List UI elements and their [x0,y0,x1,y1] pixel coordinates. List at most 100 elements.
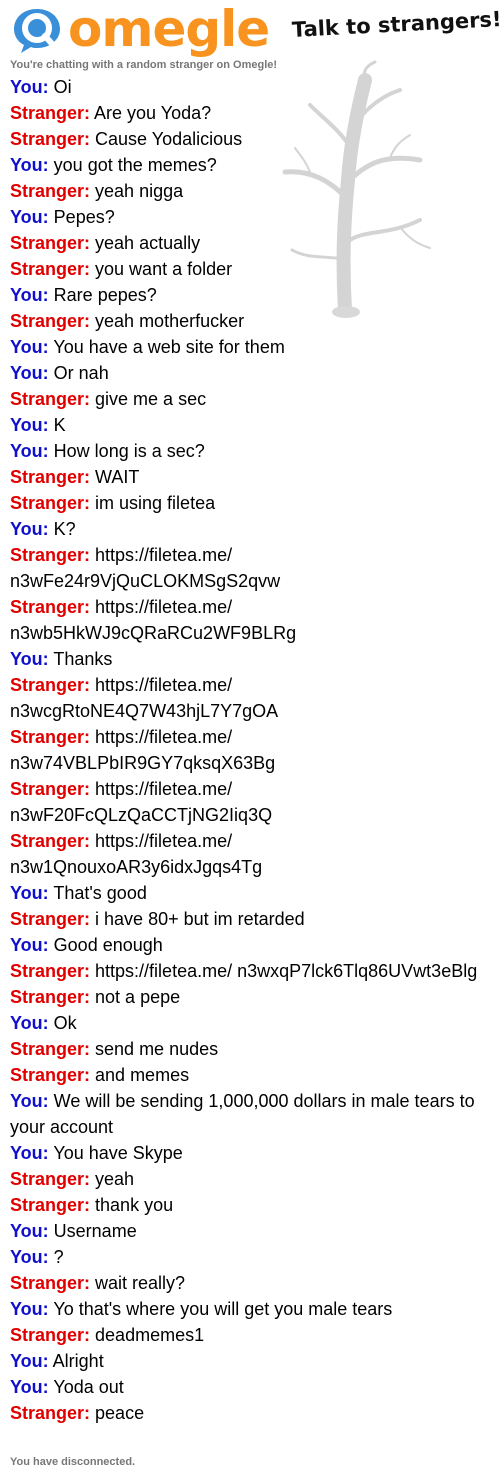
chat-message: You: Username [10,1218,480,1244]
message-text: Alright [52,1351,104,1371]
chat-message: You: Yo that's where you will get you ma… [10,1296,480,1322]
chat-message: You: K? [10,516,480,542]
chat-message: You: We will be sending 1,000,000 dollar… [10,1088,480,1140]
you-label: You: [10,363,49,383]
omegle-logo-text[interactable]: omegle [68,0,270,58]
you-label: You: [10,883,49,903]
you-label: You: [10,1247,49,1267]
stranger-label: Stranger: [10,467,91,487]
chat-message: You: Rare pepes? [10,282,480,308]
message-text: K [53,415,66,435]
chat-message: Stranger: wait really? [10,1270,480,1296]
stranger-label: Stranger: [10,727,91,747]
you-label: You: [10,1221,49,1241]
chat-message: You: Good enough [10,932,480,958]
stranger-label: Stranger: [10,909,91,929]
message-text: We will be sending 1,000,000 dollars in … [10,1091,475,1137]
message-text: ? [53,1247,64,1267]
you-label: You: [10,1351,49,1371]
you-label: You: [10,649,49,669]
chat-message: Stranger: i have 80+ but im retarded [10,906,480,932]
chat-message: You: you got the memes? [10,152,480,178]
stranger-label: Stranger: [10,103,91,123]
chat-message: Stranger: https://filetea.me/ n3w74VBLPb… [10,724,480,776]
chat-message: Stranger: yeah [10,1166,480,1192]
message-text: Or nah [53,363,109,383]
message-text: You have a web site for them [53,337,285,357]
message-text: thank you [95,1195,174,1215]
chat-message: You: Yoda out [10,1374,480,1400]
chat-message: Stranger: deadmemes1 [10,1322,480,1348]
message-text: Thanks [53,649,113,669]
chat-message: Stranger: https://filetea.me/ n3wcgRtoNE… [10,672,480,724]
chat-message: You: You have Skype [10,1140,480,1166]
chat-message: Stranger: you want a folder [10,256,480,282]
chat-message: You: Or nah [10,360,480,386]
message-text: i have 80+ but im retarded [95,909,305,929]
you-label: You: [10,207,49,227]
chat-message: You: K [10,412,480,438]
stranger-label: Stranger: [10,779,91,799]
chat-message: Stranger: thank you [10,1192,480,1218]
chat-message: Stranger: not a pepe [10,984,480,1010]
chat-message: You: That's good [10,880,480,906]
stranger-label: Stranger: [10,389,91,409]
chat-message: Stranger: peace [10,1400,480,1426]
stranger-label: Stranger: [10,987,91,1007]
omegle-logo-icon [14,9,60,53]
message-text: Rare pepes? [53,285,157,305]
message-text: yeah actually [95,233,201,253]
message-text: WAIT [95,467,140,487]
stranger-label: Stranger: [10,1169,91,1189]
stranger-label: Stranger: [10,597,91,617]
chat-status-disconnected: You have disconnected. [10,1456,136,1468]
stranger-label: Stranger: [10,1039,91,1059]
chat-log: You: Oi Stranger: Are you Yoda? Stranger: … [10,74,480,1426]
chat-message: You: Pepes? [10,204,480,230]
message-text: and memes [95,1065,190,1085]
you-label: You: [10,155,49,175]
chat-message: Stranger: and memes [10,1062,480,1088]
message-text: Cause Yodalicious [95,129,243,149]
message-text: send me nudes [95,1039,219,1059]
message-text: Yoda out [53,1377,124,1397]
stranger-label: Stranger: [10,493,91,513]
message-text: K? [53,519,76,539]
message-text: you want a folder [95,259,233,279]
you-label: You: [10,1377,49,1397]
message-text: not a pepe [95,987,181,1007]
you-label: You: [10,519,49,539]
message-text: Are you Yoda? [94,103,212,123]
message-text: Username [53,1221,137,1241]
you-label: You: [10,935,49,955]
message-text: You have Skype [53,1143,183,1163]
you-label: You: [10,1013,49,1033]
message-text: Ok [53,1013,77,1033]
chat-message: You: Thanks [10,646,480,672]
message-text: yeah nigga [95,181,184,201]
chat-message: Stranger: Are you Yoda? [10,100,480,126]
chat-message: Stranger: WAIT [10,464,480,490]
message-text: https://filetea.me/ n3wxqP7lck6Tlq86UVwt… [95,961,478,981]
message-text: Pepes? [53,207,115,227]
stranger-label: Stranger: [10,259,91,279]
stranger-label: Stranger: [10,1403,91,1423]
stranger-label: Stranger: [10,1065,91,1085]
stranger-label: Stranger: [10,129,91,149]
chat-message: Stranger: im using filetea [10,490,480,516]
chat-message: Stranger: Cause Yodalicious [10,126,480,152]
stranger-label: Stranger: [10,233,91,253]
you-label: You: [10,77,49,97]
message-text: That's good [53,883,147,903]
chat-status-start: You're chatting with a random stranger o… [10,59,278,71]
you-label: You: [10,441,49,461]
chat-message: Stranger: yeah motherfucker [10,308,480,334]
stranger-label: Stranger: [10,545,91,565]
chat-message: Stranger: https://filetea.me/ n3wFe24r9V… [10,542,480,594]
stranger-label: Stranger: [10,181,91,201]
chat-message: Stranger: send me nudes [10,1036,480,1062]
message-text: Good enough [53,935,163,955]
stranger-label: Stranger: [10,1325,91,1345]
you-label: You: [10,337,49,357]
header: omegle Talk to strangers! You're chattin… [0,0,500,71]
